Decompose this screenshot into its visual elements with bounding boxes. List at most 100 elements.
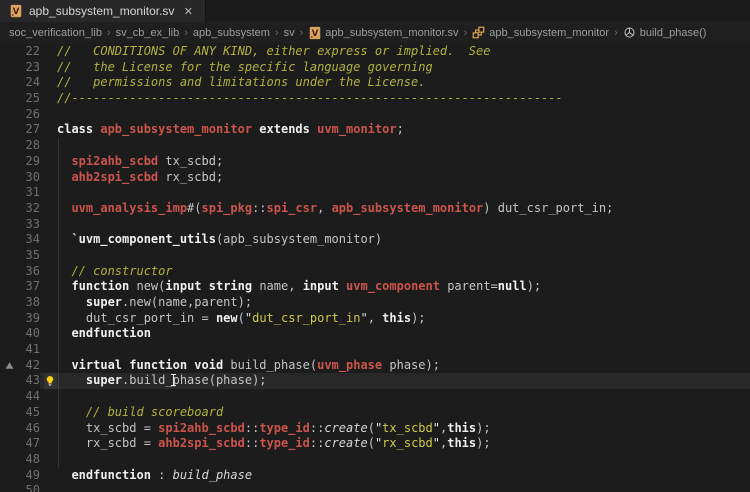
glyph-margin <box>0 279 18 295</box>
glyph-margin <box>0 342 18 358</box>
code-line[interactable]: 41 <box>0 342 750 358</box>
code-line[interactable]: 48 <box>0 452 750 468</box>
code-line[interactable]: 45 // build scoreboard <box>0 405 750 421</box>
symbol-class-icon <box>472 26 485 39</box>
code-line[interactable]: 32 uvm_analysis_imp#(spi_pkg::spi_csr, a… <box>0 201 750 217</box>
close-icon[interactable]: ✕ <box>182 5 195 18</box>
code-text <box>40 185 750 201</box>
glyph-margin <box>0 483 18 492</box>
code-line[interactable]: 23// the License for the specific langua… <box>0 60 750 76</box>
code-text: // CONDITIONS OF ANY KIND, either expres… <box>40 44 750 60</box>
line-number: 39 <box>18 311 40 327</box>
code-line[interactable]: 28 <box>0 138 750 154</box>
line-number: 45 <box>18 405 40 421</box>
glyph-margin <box>0 452 18 468</box>
breadcrumb-item-apb-subsystem[interactable]: apb_subsystem <box>193 27 270 39</box>
symbol-method-icon <box>623 26 636 39</box>
code-line[interactable]: 34 `uvm_component_utils(apb_subsystem_mo… <box>0 232 750 248</box>
code-line[interactable]: 30 ahb2spi_scbd rx_scbd; <box>0 170 750 186</box>
line-number: 47 <box>18 436 40 452</box>
glyph-margin <box>0 44 18 60</box>
glyph-margin <box>0 389 18 405</box>
tab-title: apb_subsystem_monitor.sv <box>29 4 174 18</box>
line-number: 34 <box>18 232 40 248</box>
glyph-margin <box>0 405 18 421</box>
line-number: 33 <box>18 217 40 233</box>
code-line[interactable]: 22// CONDITIONS OF ANY KIND, either expr… <box>0 44 750 60</box>
code-text: endfunction <box>40 326 750 342</box>
tab-apb-subsystem-monitor[interactable]: V apb_subsystem_monitor.sv ✕ <box>0 0 206 22</box>
glyph-margin <box>0 107 18 123</box>
line-number: 48 <box>18 452 40 468</box>
code-line[interactable]: 37 function new(input string name, input… <box>0 279 750 295</box>
code-text: super.build_phase(phase); <box>40 373 750 389</box>
code-line[interactable]: 25//------------------------------------… <box>0 91 750 107</box>
glyph-margin <box>0 311 18 327</box>
code-text <box>40 248 750 264</box>
code-line[interactable]: 50 <box>0 483 750 492</box>
line-number: 29 <box>18 154 40 170</box>
code-line[interactable]: 42 virtual function void build_phase(uvm… <box>0 358 750 374</box>
breadcrumb-separator: › <box>614 27 618 39</box>
code-text: function new(input string name, input uv… <box>40 279 750 295</box>
code-line[interactable]: 24// permissions and limitations under t… <box>0 75 750 91</box>
code-line[interactable]: 27class apb_subsystem_monitor extends uv… <box>0 122 750 138</box>
line-number: 25 <box>18 91 40 107</box>
code-line[interactable]: 49 endfunction : build_phase <box>0 468 750 484</box>
code-line[interactable]: 46 tx_scbd = spi2ahb_scbd::type_id::crea… <box>0 421 750 437</box>
line-number: 27 <box>18 122 40 138</box>
breadcrumb-item-sv-cb-ex-lib[interactable]: sv_cb_ex_lib <box>116 27 180 39</box>
breadcrumb-item-apb-subsystem-monitor-sv[interactable]: Vapb_subsystem_monitor.sv <box>308 26 458 39</box>
line-number: 36 <box>18 264 40 280</box>
code-line[interactable]: 31 <box>0 185 750 201</box>
line-number: 46 <box>18 421 40 437</box>
code-line[interactable]: 29 spi2ahb_scbd tx_scbd; <box>0 154 750 170</box>
line-number: 50 <box>18 483 40 492</box>
vscode-window: V apb_subsystem_monitor.sv ✕ soc_verific… <box>0 0 750 492</box>
breadcrumb-label: apb_subsystem_monitor <box>489 27 609 39</box>
line-number: 43 <box>18 373 40 389</box>
code-line[interactable]: 38 super.new(name,parent); <box>0 295 750 311</box>
glyph-margin <box>0 154 18 170</box>
tab-bar: V apb_subsystem_monitor.sv ✕ <box>0 0 750 22</box>
line-number: 30 <box>18 170 40 186</box>
breadcrumb-separator: › <box>107 27 111 39</box>
line-number: 24 <box>18 75 40 91</box>
code-line[interactable]: 44 <box>0 389 750 405</box>
glyph-margin <box>0 138 18 154</box>
code-line[interactable]: 35 <box>0 248 750 264</box>
code-text: tx_scbd = spi2ahb_scbd::type_id::create(… <box>40 421 750 437</box>
code-text: uvm_analysis_imp#(spi_pkg::spi_csr, apb_… <box>40 201 750 217</box>
code-text: ahb2spi_scbd rx_scbd; <box>40 170 750 186</box>
glyph-margin <box>0 217 18 233</box>
breadcrumb-separator: › <box>275 27 279 39</box>
code-text: // constructor <box>40 264 750 280</box>
code-line[interactable]: 43 super.build_phase(phase); <box>0 373 750 389</box>
glyph-margin <box>0 421 18 437</box>
glyph-margin <box>0 248 18 264</box>
breadcrumb-separator: › <box>184 27 188 39</box>
code-text <box>40 217 750 233</box>
code-line[interactable]: 33 <box>0 217 750 233</box>
code-text: dut_csr_port_in = new("dut_csr_port_in",… <box>40 311 750 327</box>
breadcrumb-item-build-phase-[interactable]: build_phase() <box>623 26 707 39</box>
code-line[interactable]: 39 dut_csr_port_in = new("dut_csr_port_i… <box>0 311 750 327</box>
breadcrumb-item-sv[interactable]: sv <box>284 27 295 39</box>
code-line[interactable]: 36 // constructor <box>0 264 750 280</box>
breadcrumb-item-apb-subsystem-monitor[interactable]: apb_subsystem_monitor <box>472 26 609 39</box>
code-line[interactable]: 26 <box>0 107 750 123</box>
glyph-margin <box>0 468 18 484</box>
glyph-margin <box>0 373 18 389</box>
glyph-margin <box>0 326 18 342</box>
code-line[interactable]: 40 endfunction <box>0 326 750 342</box>
glyph-margin <box>0 264 18 280</box>
line-number: 23 <box>18 60 40 76</box>
breadcrumb-item-soc-verification-lib[interactable]: soc_verification_lib <box>9 27 102 39</box>
code-editor[interactable]: 22// CONDITIONS OF ANY KIND, either expr… <box>0 43 750 492</box>
line-number: 32 <box>18 201 40 217</box>
glyph-margin <box>0 295 18 311</box>
glyph-margin <box>0 91 18 107</box>
line-number: 31 <box>18 185 40 201</box>
code-line[interactable]: 47 rx_scbd = ahb2spi_scbd::type_id::crea… <box>0 436 750 452</box>
breadcrumb-separator: › <box>464 27 468 39</box>
